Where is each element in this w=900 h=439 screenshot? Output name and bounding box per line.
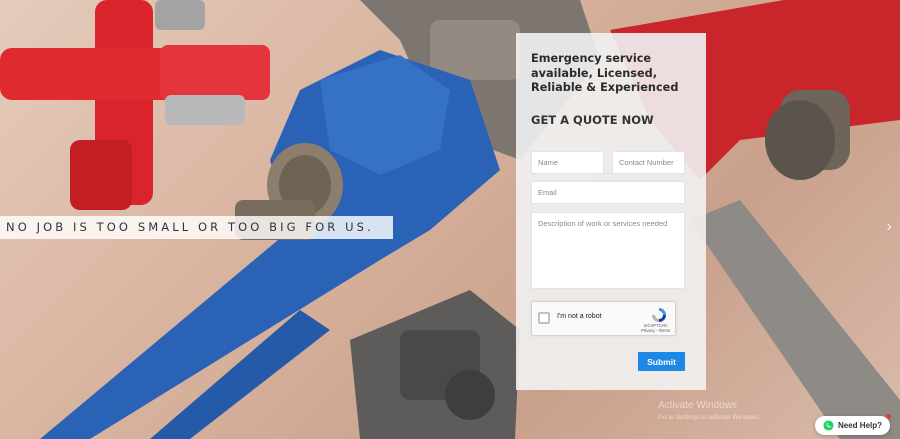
notification-dot [886, 414, 891, 419]
chevron-right-icon[interactable]: › [887, 219, 892, 235]
need-help-button[interactable]: Need Help? [815, 414, 891, 435]
form-subheading: GET A QUOTE NOW [531, 113, 654, 127]
recaptcha-label: I'm not a robot [557, 313, 602, 320]
hero-tagline: NO JOB IS TOO SMALL OR TOO BIG FOR US. [0, 216, 393, 239]
quote-form-card: Emergency service available, Licensed, R… [516, 33, 706, 390]
recaptcha-brand: reCAPTCHA Privacy - Terms [641, 323, 670, 333]
name-input[interactable] [531, 151, 604, 174]
email-input[interactable] [531, 181, 685, 204]
recaptcha-links[interactable]: Privacy - Terms [641, 328, 670, 333]
hero-background: NO JOB IS TOO SMALL OR TOO BIG FOR US. › [0, 0, 900, 439]
watermark-title: Activate Windows [658, 400, 737, 411]
recaptcha-widget: I'm not a robot reCAPTCHA Privacy - Term… [531, 301, 676, 336]
form-heading: Emergency service available, Licensed, R… [531, 52, 679, 94]
need-help-label: Need Help? [838, 421, 883, 430]
recaptcha-icon [652, 308, 666, 322]
recaptcha-checkbox[interactable] [538, 312, 550, 324]
whatsapp-icon [823, 420, 834, 431]
watermark-subtitle: Go to Settings to activate Windows. [658, 414, 761, 421]
red-pipe-fitting [0, 0, 270, 210]
adjustable-wrench [350, 290, 520, 439]
activate-windows-watermark: Activate Windows Go to Settings to activ… [658, 400, 761, 424]
contact-number-input[interactable] [612, 151, 685, 174]
description-textarea[interactable] [531, 212, 685, 289]
submit-button[interactable]: Submit [638, 352, 685, 371]
